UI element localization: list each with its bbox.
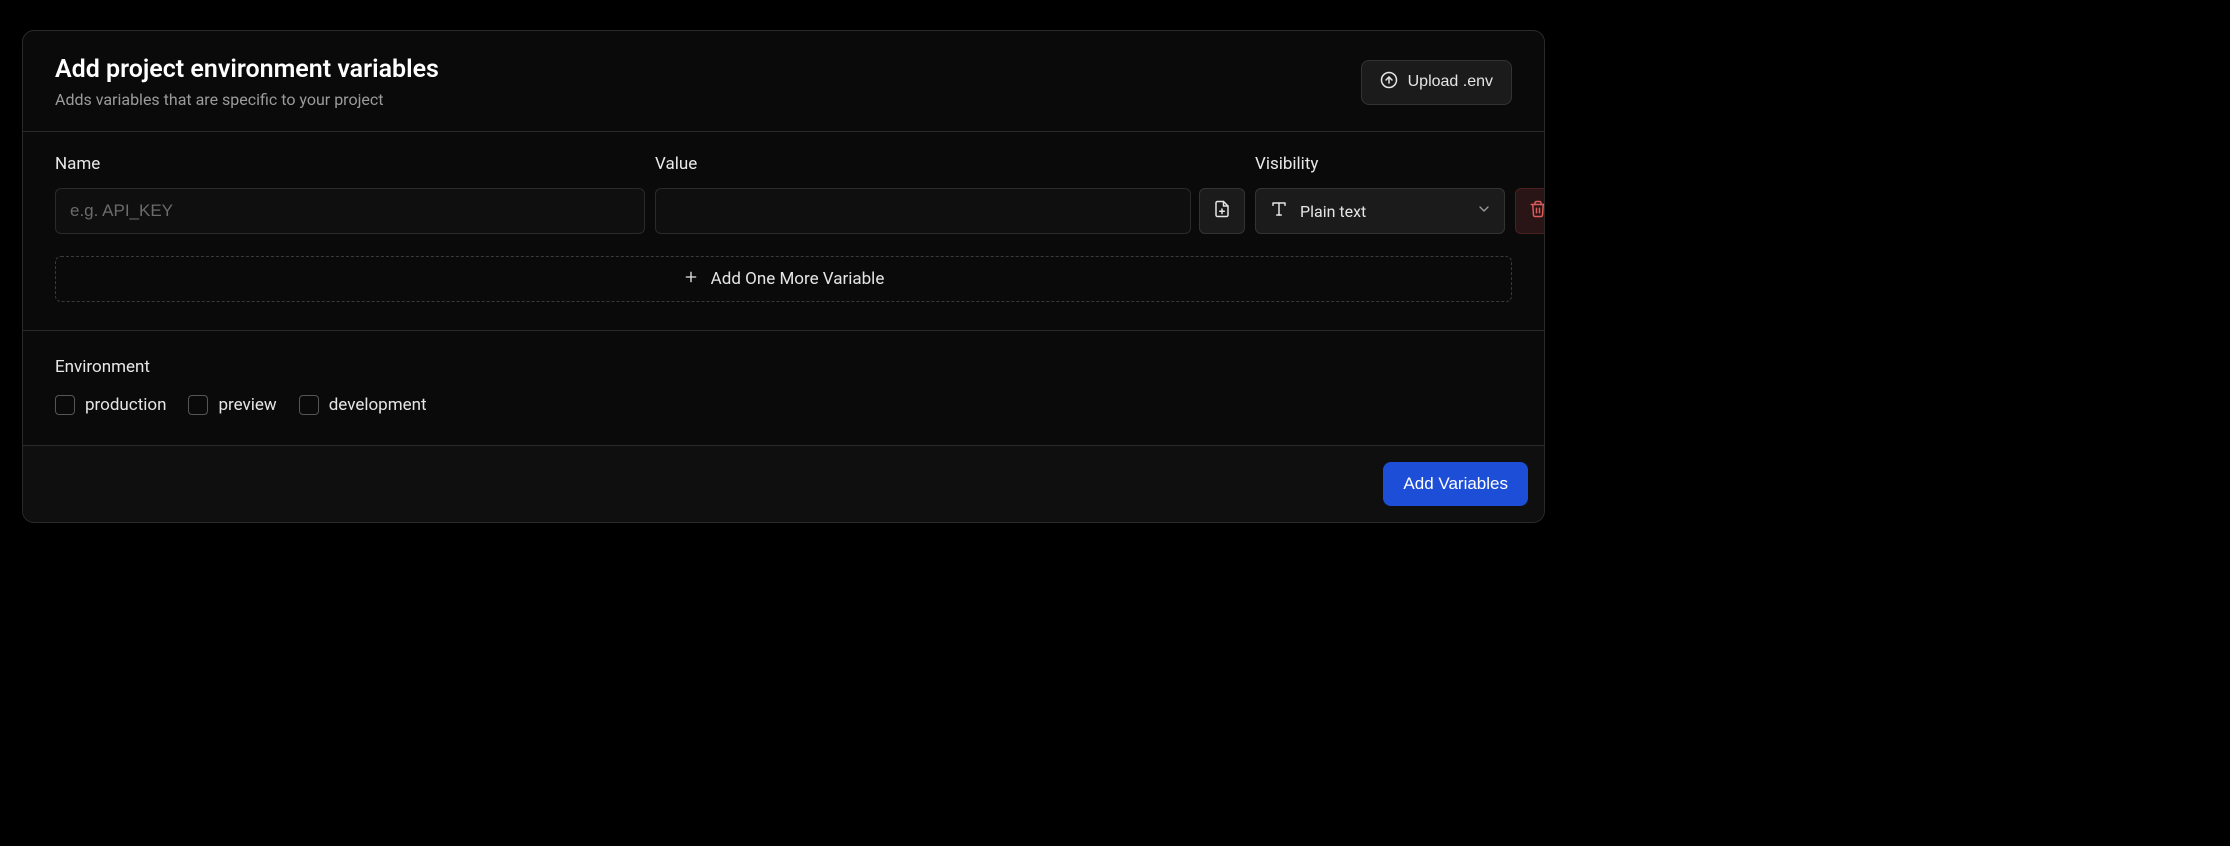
file-add-button[interactable]: [1199, 188, 1245, 234]
trash-icon: [1529, 200, 1545, 222]
checkbox-box: [299, 395, 319, 415]
delete-variable-button[interactable]: [1515, 188, 1545, 234]
name-field-group: Name: [55, 154, 645, 234]
checkbox-label-production: production: [85, 395, 166, 415]
card-body: Name Value: [23, 132, 1544, 330]
checkbox-label-preview: preview: [218, 395, 276, 415]
file-plus-icon: [1213, 200, 1231, 222]
delete-field-group: [1515, 157, 1545, 234]
header-text: Add project environment variables Adds v…: [55, 55, 439, 109]
chevron-down-icon: [1476, 201, 1492, 221]
checkbox-box: [188, 395, 208, 415]
value-input[interactable]: [655, 188, 1191, 234]
checkbox-development[interactable]: development: [299, 395, 427, 415]
card-footer: Add Variables: [23, 445, 1544, 522]
upload-label: Upload .env: [1408, 73, 1493, 91]
environment-title: Environment: [55, 357, 1512, 377]
checkbox-production[interactable]: production: [55, 395, 166, 415]
card-title: Add project environment variables: [55, 55, 439, 84]
value-field-group: Value: [655, 154, 1245, 234]
upload-env-button[interactable]: Upload .env: [1361, 60, 1512, 105]
environment-checkbox-row: production preview development: [55, 395, 1512, 415]
card-subtitle: Adds variables that are specific to your…: [55, 90, 439, 109]
variable-row: Name Value: [55, 154, 1512, 234]
environment-section: Environment production preview developme…: [23, 330, 1544, 445]
visibility-field-group: Visibility Plain text: [1255, 154, 1505, 234]
plus-icon: [683, 269, 699, 290]
card-header: Add project environment variables Adds v…: [23, 31, 1544, 132]
visibility-label: Visibility: [1255, 154, 1505, 174]
add-variable-button[interactable]: Add One More Variable: [55, 256, 1512, 302]
checkbox-label-development: development: [329, 395, 427, 415]
upload-icon: [1380, 71, 1398, 94]
name-label: Name: [55, 154, 645, 174]
value-label: Value: [655, 154, 1245, 174]
checkbox-preview[interactable]: preview: [188, 395, 276, 415]
env-variables-card: Add project environment variables Adds v…: [22, 30, 1545, 523]
add-variables-button[interactable]: Add Variables: [1383, 462, 1528, 506]
checkbox-box: [55, 395, 75, 415]
visibility-selected-text: Plain text: [1300, 202, 1366, 221]
name-input[interactable]: [55, 188, 645, 234]
text-type-icon: [1270, 200, 1288, 222]
visibility-select[interactable]: Plain text: [1255, 188, 1505, 234]
add-row-label: Add One More Variable: [711, 269, 885, 289]
